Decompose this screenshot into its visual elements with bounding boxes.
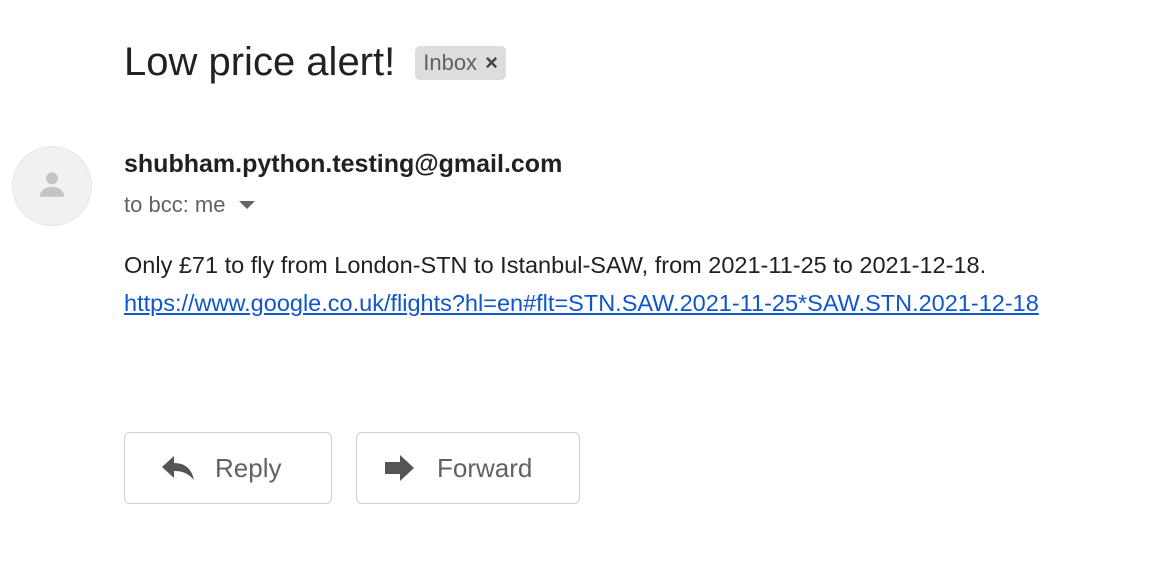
recipient-text: to bcc: me xyxy=(124,192,226,217)
label-chip-text: Inbox xyxy=(423,50,478,75)
reply-label: Reply xyxy=(215,452,282,483)
recipient-row: to bcc: me xyxy=(124,192,256,218)
inbox-label-chip[interactable]: Inbox × xyxy=(415,46,506,80)
person-icon xyxy=(35,167,69,206)
forward-arrow-icon xyxy=(385,455,415,481)
remove-label-icon[interactable]: × xyxy=(485,52,498,74)
email-body: Only £71 to fly from London-STN to Istan… xyxy=(124,246,1039,322)
reply-button[interactable]: Reply xyxy=(124,432,332,504)
subject-row: Low price alert! Inbox × xyxy=(124,36,506,88)
email-subject: Low price alert! xyxy=(124,40,396,84)
forward-button[interactable]: Forward xyxy=(356,432,580,504)
body-message: Only £71 to fly from London-STN to Istan… xyxy=(124,252,987,278)
forward-label: Forward xyxy=(437,452,533,483)
email-view: Low price alert! Inbox × shubham.python.… xyxy=(0,0,1166,576)
flight-link[interactable]: https://www.google.co.uk/flights?hl=en#f… xyxy=(124,290,1039,316)
sender-address[interactable]: shubham.python.testing@gmail.com xyxy=(124,150,562,179)
sender-avatar[interactable] xyxy=(12,146,92,226)
reply-arrow-icon xyxy=(161,455,195,481)
chevron-down-icon[interactable] xyxy=(239,201,256,209)
